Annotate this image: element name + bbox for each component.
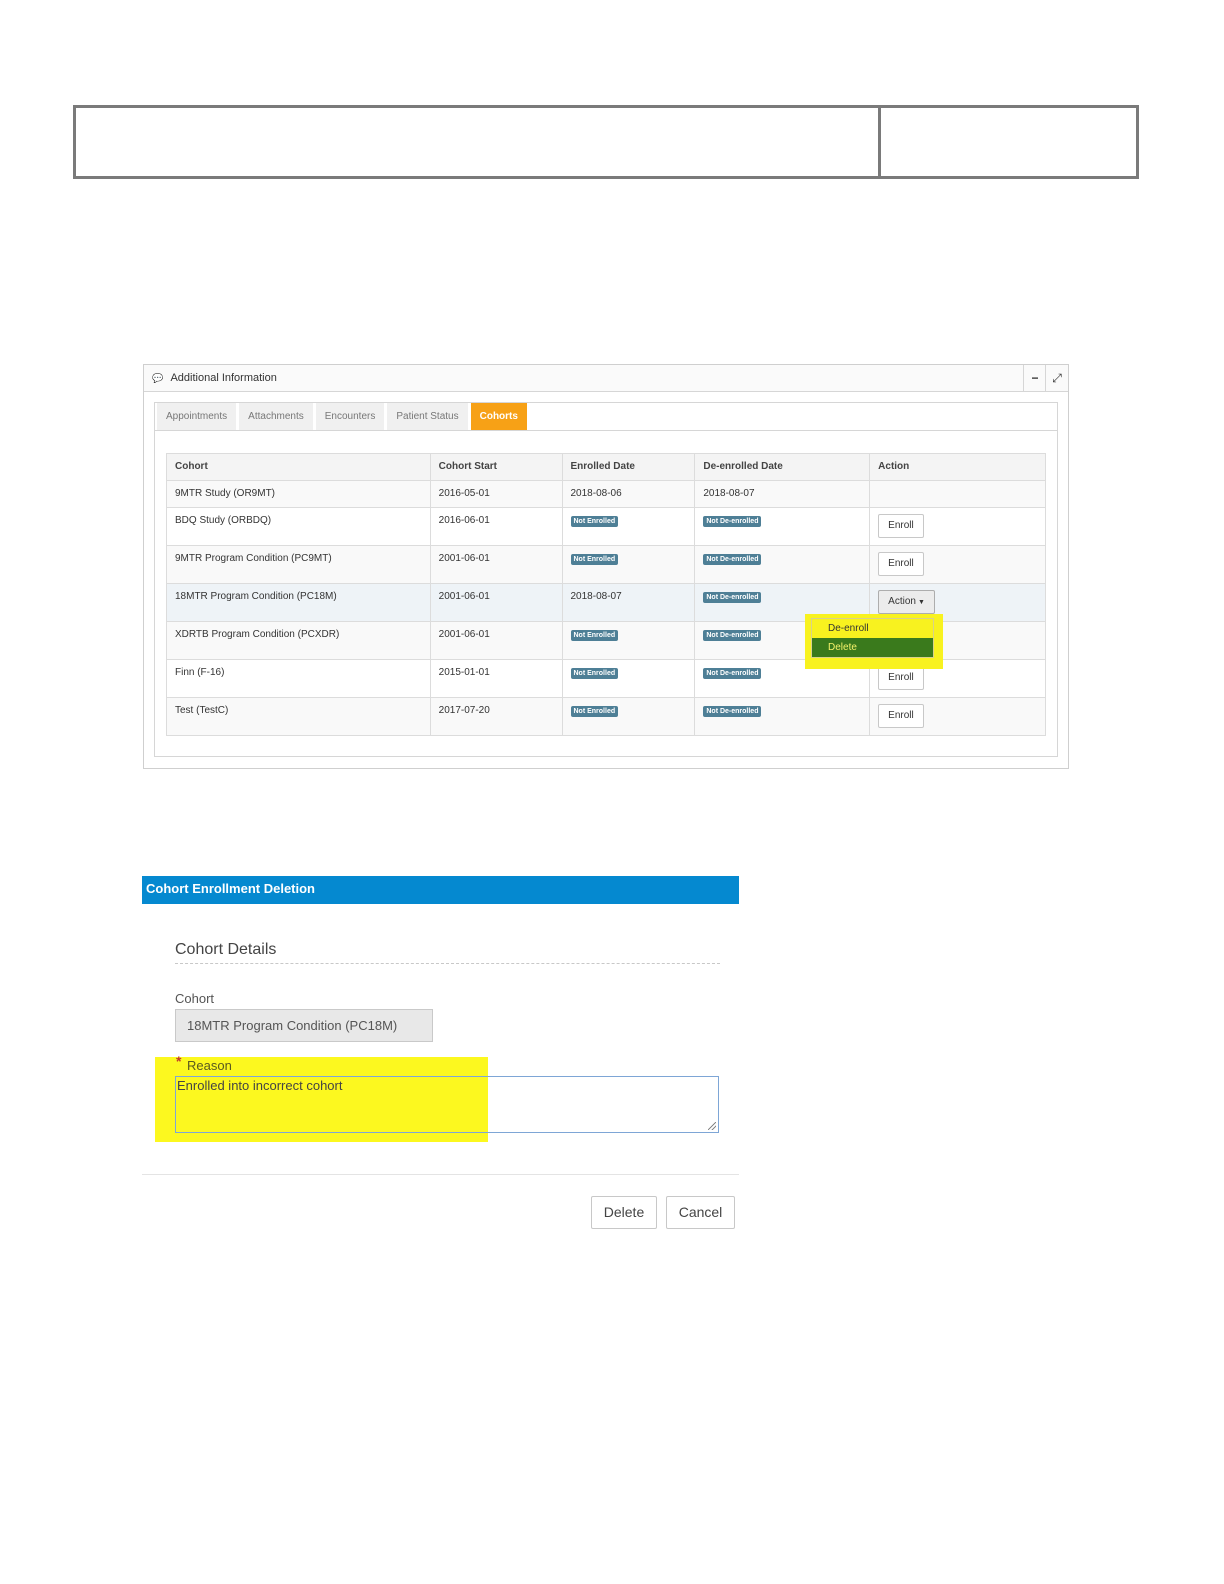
action-cell: Enroll [869,545,1046,584]
enrolled-cell: Not Enrolled [561,697,696,736]
reason-text: Enrolled into incorrect cohort [177,1078,343,1093]
cohort-name: 9MTR Study (OR9MT) [166,480,431,508]
action-dropdown-button[interactable]: Action ▼ [878,590,935,614]
cohort-start: 2016-06-01 [429,507,563,546]
tab-encounters[interactable]: Encounters [315,403,385,430]
resize-grip-icon[interactable] [708,1122,716,1130]
cohort-start: 2017-07-20 [429,697,563,736]
cohort-name: Test (TestC) [166,697,431,736]
required-asterisk: * [176,1053,182,1069]
tab-appointments[interactable]: Appointments [157,403,237,430]
cohort-label: Cohort [175,991,215,1006]
dialog-footer-divider [142,1174,739,1175]
tab-bar: Appointments Attachments Encounters Pati… [155,403,1057,431]
not-enrolled-badge: Not Enrolled [570,668,619,679]
action-cell: Enroll [869,697,1046,736]
cohort-start: 2001-06-01 [429,621,563,660]
delete-button[interactable]: Delete [591,1196,657,1229]
deenrolled-cell: Not De-enrolled [694,697,871,736]
menu-item-deenroll[interactable]: De-enroll [812,619,933,638]
reason-label: Reason [187,1058,232,1073]
table-header-row: Cohort Cohort Start Enrolled Date De-enr… [166,453,1046,481]
enrolled-cell: Not Enrolled [561,507,696,546]
cohorts-table: Cohort Cohort Start Enrolled Date De-enr… [166,453,1046,736]
deenrolled-cell: Not De-enrolled [694,507,871,546]
not-deenrolled-badge: Not De-enrolled [703,630,762,641]
action-cell: Enroll [869,507,1046,546]
enrolled-cell: Not Enrolled [561,621,696,660]
action-label: Action [888,596,916,607]
column-header-enrolled-date[interactable]: Enrolled Date [561,453,696,481]
cohort-start: 2015-01-01 [429,659,563,698]
tab-attachments[interactable]: Attachments [239,403,313,430]
document-header-table [73,105,1139,179]
enroll-button[interactable]: Enroll [878,666,924,690]
header-cell-left [76,108,881,176]
header-cell-right [881,108,1136,176]
enroll-button[interactable]: Enroll [878,514,924,538]
table-row: 9MTR Program Condition (PC9MT) 2001-06-0… [166,545,1046,584]
panel-header: 💬 Additional Information − ⤢ [144,365,1068,392]
action-dropdown-menu: De-enroll Delete [811,618,934,658]
not-enrolled-badge: Not Enrolled [570,516,619,527]
not-enrolled-badge: Not Enrolled [570,630,619,641]
enroll-button[interactable]: Enroll [878,552,924,576]
tab-patient-status[interactable]: Patient Status [387,403,468,430]
cohort-name: Finn (F-16) [166,659,431,698]
column-header-cohort[interactable]: Cohort [166,453,431,481]
panel-title: Additional Information [170,372,277,384]
enroll-button[interactable]: Enroll [878,704,924,728]
caret-down-icon: ▼ [917,599,925,606]
deenrolled-cell: Not De-enrolled [694,545,871,584]
table-row: Test (TestC) 2017-07-20 Not Enrolled Not… [166,697,1046,736]
cohort-name: BDQ Study (ORBDQ) [166,507,431,546]
cohort-name: 18MTR Program Condition (PC18M) [166,583,431,622]
reason-textarea[interactable]: Enrolled into incorrect cohort [175,1076,719,1133]
cancel-button[interactable]: Cancel [666,1196,735,1229]
cohort-name: XDRTB Program Condition (PCXDR) [166,621,431,660]
cohort-name: 9MTR Program Condition (PC9MT) [166,545,431,584]
not-deenrolled-badge: Not De-enrolled [703,516,762,527]
not-deenrolled-badge: Not De-enrolled [703,592,762,603]
menu-item-delete[interactable]: Delete [812,638,933,657]
additional-information-panel: 💬 Additional Information − ⤢ Appointment… [143,364,1069,769]
table-row: 9MTR Study (OR9MT) 2016-05-01 2018-08-06… [166,480,1046,508]
table-row: BDQ Study (ORBDQ) 2016-06-01 Not Enrolle… [166,507,1046,546]
column-header-action: Action [869,453,1046,481]
enrolled-cell: Not Enrolled [561,659,696,698]
tab-cohorts[interactable]: Cohorts [470,403,527,430]
cohort-start: 2016-05-01 [429,480,563,508]
tab-area: Appointments Attachments Encounters Pati… [154,402,1058,757]
column-header-cohort-start[interactable]: Cohort Start [429,453,563,481]
enrolled-date: 2018-08-07 [561,583,696,622]
not-deenrolled-badge: Not De-enrolled [703,554,762,565]
cohort-start: 2001-06-01 [429,545,563,584]
minimize-icon[interactable]: − [1023,365,1046,391]
cohort-start: 2001-06-01 [429,583,563,622]
enrolled-date: 2018-08-06 [561,480,696,508]
action-cell [869,480,1046,508]
expand-icon[interactable]: ⤢ [1045,365,1068,391]
deenrolled-date: 2018-08-07 [694,480,871,508]
dialog-title: Cohort Enrollment Deletion [142,876,739,904]
not-deenrolled-badge: Not De-enrolled [703,706,762,717]
not-deenrolled-badge: Not De-enrolled [703,668,762,679]
cohort-readonly-field: 18MTR Program Condition (PC18M) [175,1009,433,1042]
column-header-deenrolled-date[interactable]: De-enrolled Date [694,453,871,481]
section-title: Cohort Details [175,941,720,964]
not-enrolled-badge: Not Enrolled [570,706,619,717]
comments-icon: 💬 [152,373,164,383]
enrolled-cell: Not Enrolled [561,545,696,584]
not-enrolled-badge: Not Enrolled [570,554,619,565]
